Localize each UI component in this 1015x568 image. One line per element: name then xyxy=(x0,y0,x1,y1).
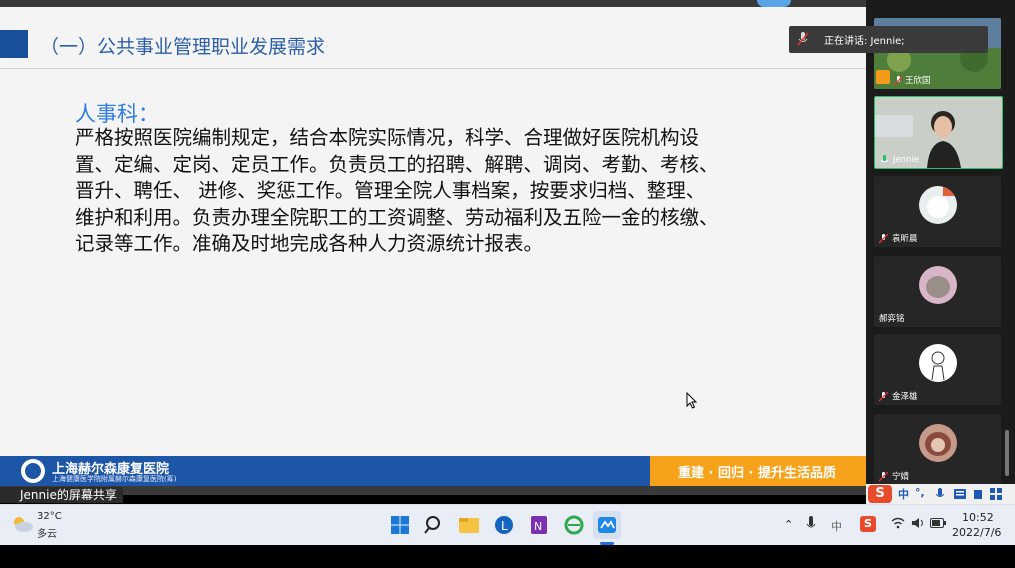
ime-toolbox-icon[interactable] xyxy=(990,488,1002,500)
mic-muted-icon xyxy=(879,234,888,244)
title-divider xyxy=(0,68,866,69)
windows-start-icon[interactable] xyxy=(386,511,414,539)
ime-toolbar: S 中 °, xyxy=(866,484,1015,504)
body-line: 置、定编、定岗、定员工作。负责员工的招聘、解聘、调岗、考勤、考核、 xyxy=(75,152,719,176)
screen-share-label: Jennie的屏幕共享 xyxy=(0,487,123,503)
onenote-icon[interactable]: N xyxy=(525,511,553,539)
mic-active-icon xyxy=(880,155,889,163)
speaking-indicator: 正在讲话: Jennie; xyxy=(789,26,988,53)
participant-name: 王欣国 xyxy=(905,76,931,86)
battery-icon[interactable] xyxy=(930,518,946,528)
participant-name: 宁婧 xyxy=(892,472,910,482)
hospital-slogan: 重建 · 回归 · 提升生活品质 xyxy=(678,466,836,481)
clock-time[interactable]: 10:52 xyxy=(962,511,994,524)
volume-icon[interactable] xyxy=(911,517,925,529)
participant-name: 郝弈铭 xyxy=(879,314,905,324)
participant-tile[interactable]: 宁婧 xyxy=(874,414,1001,485)
microphone-icon[interactable] xyxy=(806,516,816,532)
speaking-label: 正在讲话: Jennie; xyxy=(824,36,905,47)
avatar xyxy=(919,424,957,462)
ime-skin-icon[interactable] xyxy=(972,488,984,500)
input-language-indicator[interactable]: 中 xyxy=(831,518,842,534)
footer-right-band: 重建 · 回归 · 提升生活品质 xyxy=(650,456,866,486)
mic-muted-icon xyxy=(797,32,809,46)
internet-explorer-icon[interactable] xyxy=(560,511,588,539)
participant-name: 金泽雄 xyxy=(892,392,918,402)
sogou-ime-icon[interactable]: S xyxy=(868,485,892,503)
weather-temperature[interactable]: 32°C xyxy=(37,511,62,522)
meeting-app-icon xyxy=(598,517,616,533)
body-line: 记录等工作。准确及时地完成各种人力资源统计报表。 xyxy=(75,232,544,255)
participant-tile[interactable]: 金泽雄 xyxy=(874,334,1001,405)
letterbox-bottom xyxy=(0,545,1015,568)
mouse-cursor-icon xyxy=(686,392,698,409)
participant-tile-active[interactable]: Jennie xyxy=(874,96,1003,169)
clock-date[interactable]: 2022/7/6 xyxy=(952,526,1001,539)
participant-tile[interactable]: 袁昕晨 xyxy=(874,176,1001,247)
ime-voice-icon[interactable] xyxy=(936,488,944,500)
svg-text:N: N xyxy=(534,520,542,533)
avatar xyxy=(919,186,957,224)
participants-panel: 王欣国 Jennie 袁昕晨 郝弈铭 金泽雄 宁婧 xyxy=(866,0,1015,487)
ime-punctuation-toggle[interactable]: °, xyxy=(915,486,925,499)
participant-name: 袁昕晨 xyxy=(892,234,918,244)
weather-description[interactable]: 多云 xyxy=(37,525,57,540)
section-heading: 人事科： xyxy=(75,102,159,126)
body-line: 晋升、聘任、 进修、奖惩工作。管理全院人事档案，按要求归档、整理、 xyxy=(75,179,706,202)
ime-mode-toggle[interactable]: 中 xyxy=(898,486,909,502)
svg-text:L: L xyxy=(501,519,508,533)
user-icon xyxy=(876,70,890,84)
participant-tile[interactable]: 郝弈铭 xyxy=(874,256,1001,327)
hospital-logo-icon xyxy=(21,459,45,483)
mic-muted-icon xyxy=(879,392,888,402)
slide-title: （一）公共事业管理职业发展需求 xyxy=(40,36,326,58)
sogou-tray-icon[interactable]: S xyxy=(860,516,876,532)
hospital-subtitle: 上海健康医学院附属赫尔森康复医院(筹) xyxy=(52,475,177,483)
title-marker xyxy=(0,30,28,58)
file-explorer-icon[interactable] xyxy=(455,511,483,539)
avatar xyxy=(919,266,957,304)
ime-keyboard-icon[interactable] xyxy=(954,489,966,499)
taskbar: 32°C 多云 L N ⌃ 中 S 10:52 2022/7/6 xyxy=(0,504,1015,545)
meeting-app-button[interactable] xyxy=(593,511,621,539)
panel-scrollbar[interactable] xyxy=(1005,430,1009,476)
footer-left-band: 上海赫尔森康复医院 上海健康医学院附属赫尔森康复医院(筹) xyxy=(0,456,650,486)
avatar xyxy=(919,344,957,382)
slide-bottom-bar xyxy=(0,486,866,495)
wifi-icon[interactable] xyxy=(891,517,905,529)
tray-overflow-chevron-icon[interactable]: ⌃ xyxy=(784,518,793,531)
search-icon[interactable] xyxy=(420,511,448,539)
slide-top-bar xyxy=(0,0,866,7)
lenovo-app-icon[interactable]: L xyxy=(490,511,518,539)
share-toolbar-handle[interactable] xyxy=(757,0,791,7)
mic-muted-icon xyxy=(879,472,888,482)
shared-slide: （一）公共事业管理职业发展需求 人事科： 严格按照医院编制规定，结合本院实际情况… xyxy=(0,0,866,487)
weather-partly-cloudy-icon[interactable] xyxy=(10,514,34,534)
slide-body-text: 严格按照医院编制规定，结合本院实际情况，科学、合理做好医院机构设 置、定编、定岗… xyxy=(75,125,790,258)
mic-muted-icon xyxy=(894,76,903,86)
body-line: 严格按照医院编制规定，结合本院实际情况，科学、合理做好医院机构设 xyxy=(75,126,700,149)
body-line: 维护和利用。负责办理全院职工的工资调整、劳动福利及五险一金的核缴、 xyxy=(75,205,719,229)
participant-name: Jennie xyxy=(893,155,920,165)
slide-footer: 上海赫尔森康复医院 上海健康医学院附属赫尔森康复医院(筹) 重建 · 回归 · … xyxy=(0,456,866,486)
